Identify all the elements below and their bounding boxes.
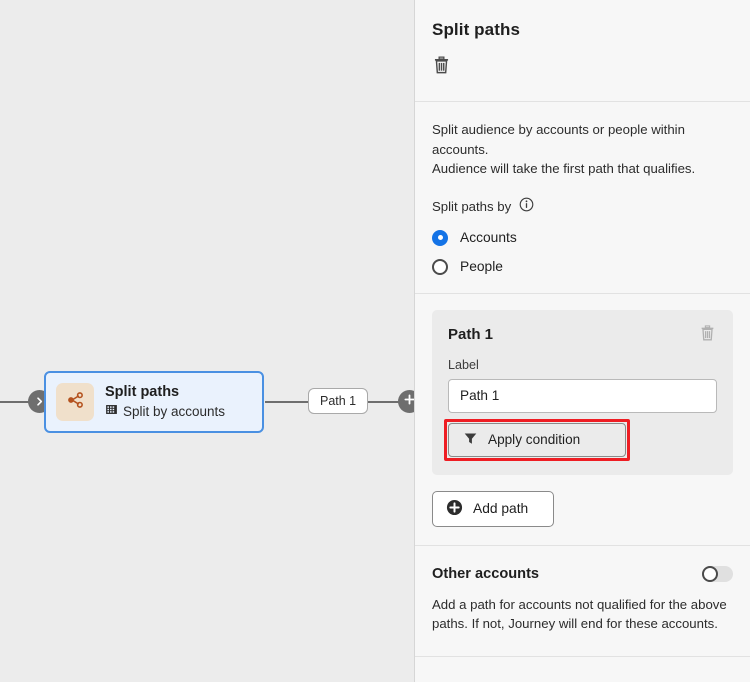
split-paths-by-label: Split paths by xyxy=(432,199,511,214)
path-label-caption: Label xyxy=(448,358,717,372)
plus-circle-icon xyxy=(446,499,463,519)
section-description-line-1: Split audience by accounts or people wit… xyxy=(432,120,733,159)
other-accounts-description: Add a path for accounts not qualified fo… xyxy=(432,595,733,634)
canvas-branch-label-path-1[interactable]: Path 1 xyxy=(308,388,368,414)
other-accounts-section: Other accounts Add a path for accounts n… xyxy=(415,546,750,657)
funnel-icon xyxy=(463,431,478,449)
radio-accounts-label: Accounts xyxy=(460,230,517,245)
connector-line-middle xyxy=(265,401,309,403)
toggle-knob xyxy=(702,566,718,582)
radio-option-people[interactable]: People xyxy=(432,259,733,275)
other-accounts-description-line-2: paths. If not, Journey will end for thes… xyxy=(432,614,733,634)
split-paths-screen: Split paths xyxy=(0,0,750,682)
delete-path-button[interactable] xyxy=(697,326,717,346)
node-icon-container xyxy=(56,383,94,421)
other-accounts-description-line-1: Add a path for accounts not qualified fo… xyxy=(432,595,733,615)
radio-people-control[interactable] xyxy=(432,259,448,275)
path-card-header: Path 1 xyxy=(448,326,717,346)
plus-icon xyxy=(403,393,415,411)
page-title: Split paths xyxy=(432,20,733,40)
add-path-label: Add path xyxy=(473,501,528,516)
split-configuration-section: Split audience by accounts or people wit… xyxy=(415,102,750,294)
canvas-node-split-paths[interactable]: Split paths xyxy=(44,371,264,433)
panel-footer-spacer xyxy=(415,657,750,682)
properties-panel: Split paths Split a xyxy=(415,0,750,682)
add-path-button[interactable]: Add path xyxy=(432,491,554,527)
split-paths-by-field-row: Split paths by xyxy=(432,197,733,217)
node-text-container: Split paths xyxy=(105,384,225,419)
apply-condition-button[interactable]: Apply condition xyxy=(448,423,626,457)
apply-condition-wrapper: Apply condition xyxy=(448,423,626,457)
info-icon[interactable] xyxy=(519,197,534,217)
other-accounts-header: Other accounts xyxy=(432,566,733,582)
node-title: Split paths xyxy=(105,384,225,401)
journey-canvas[interactable]: Split paths xyxy=(0,0,415,682)
trash-icon xyxy=(432,55,451,80)
other-accounts-toggle[interactable] xyxy=(702,566,733,582)
other-accounts-title: Other accounts xyxy=(432,566,539,582)
share-split-icon xyxy=(64,389,86,416)
branch-pill-label: Path 1 xyxy=(320,394,356,408)
paths-section: Path 1 xyxy=(415,294,750,546)
delete-step-button[interactable] xyxy=(432,54,458,80)
trash-icon xyxy=(699,324,716,347)
add-node-button[interactable] xyxy=(398,390,415,413)
radio-option-accounts[interactable]: Accounts xyxy=(432,230,733,246)
node-subtitle-row: Split by accounts xyxy=(105,403,225,420)
path-label-input[interactable] xyxy=(448,379,717,413)
panel-header: Split paths xyxy=(415,0,750,102)
apply-condition-label: Apply condition xyxy=(488,432,580,447)
path-card-title: Path 1 xyxy=(448,326,493,343)
building-grid-icon xyxy=(105,403,118,420)
radio-accounts-control[interactable] xyxy=(432,230,448,246)
radio-people-label: People xyxy=(460,259,503,274)
section-description-line-2: Audience will take the first path that q… xyxy=(432,159,733,179)
path-card-1: Path 1 xyxy=(432,310,733,475)
node-subtitle-label: Split by accounts xyxy=(123,404,225,420)
